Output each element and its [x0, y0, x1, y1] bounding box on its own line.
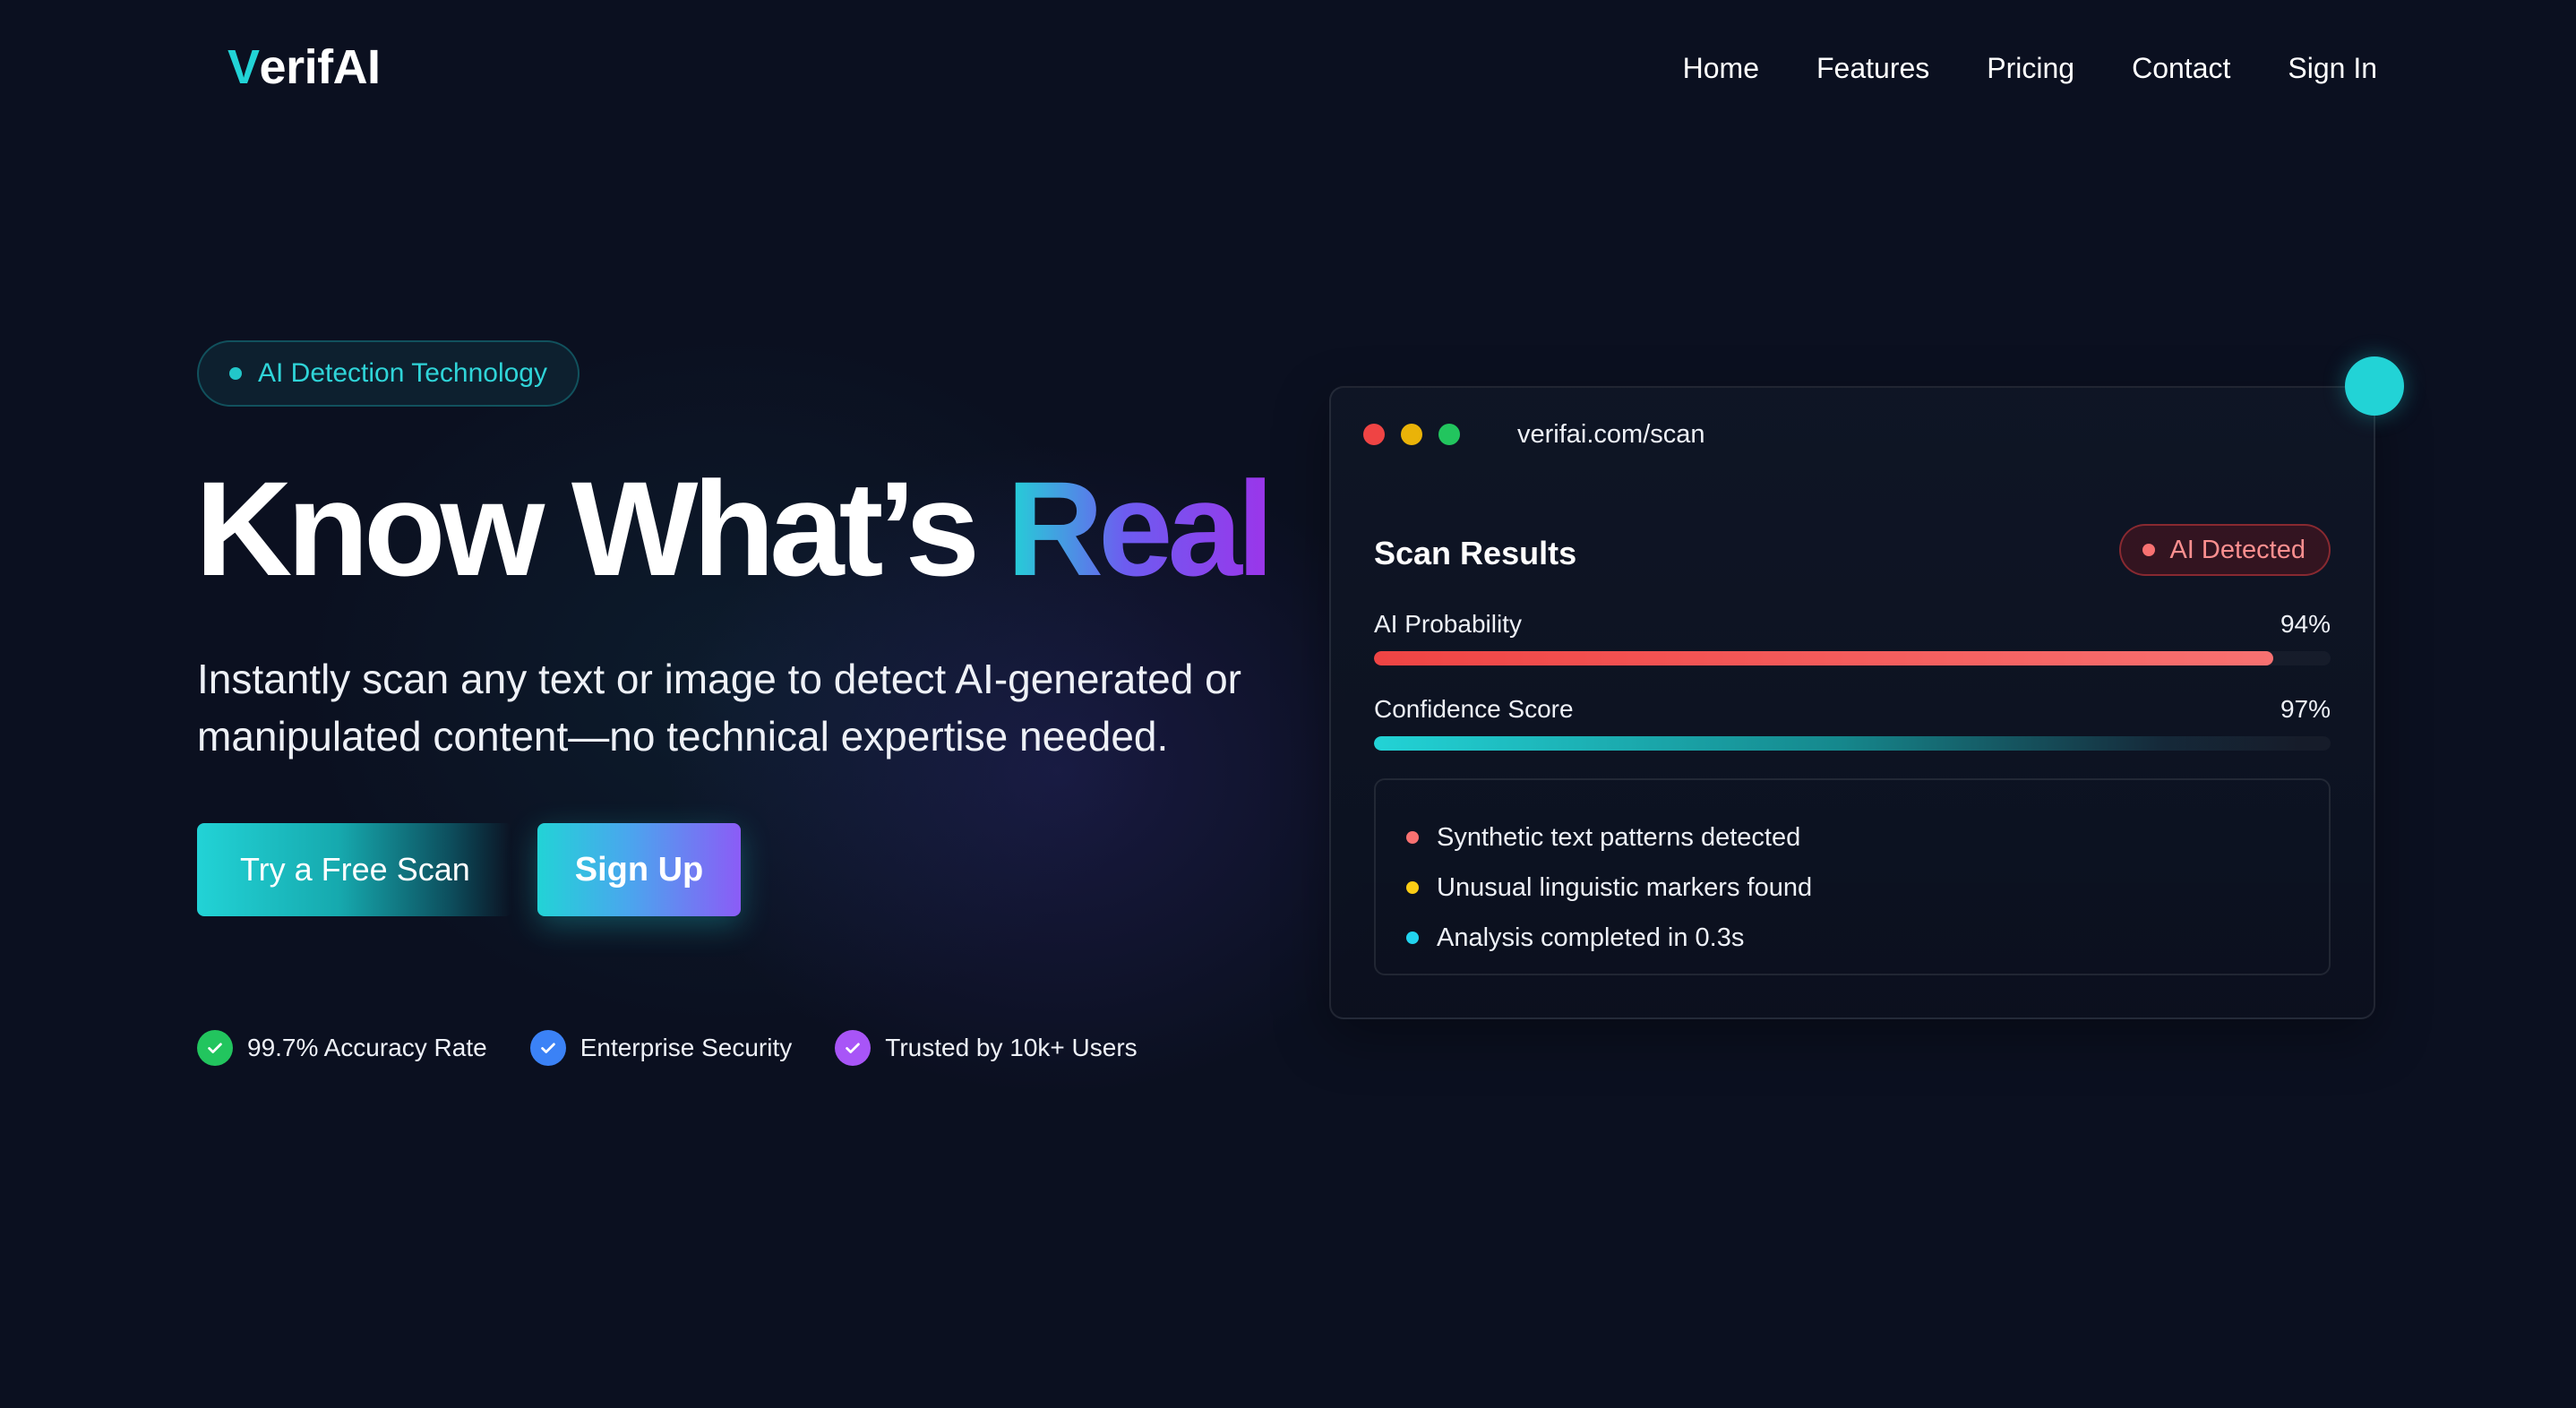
metric-label: AI Probability — [1374, 610, 1522, 638]
metric-value: 94% — [2280, 610, 2331, 638]
tech-badge-label: AI Detection Technology — [258, 358, 547, 388]
trust-indicators: 99.7% Accuracy Rate Enterprise Security … — [197, 1030, 1138, 1066]
metric-confidence-score: Confidence Score 97% — [1374, 695, 2331, 751]
url-bar: verifai.com/scan — [1517, 420, 1705, 449]
landing-page: VerifAI Home Features Pricing Contact Si… — [0, 0, 2576, 1408]
check-circle-icon — [197, 1030, 233, 1066]
headline-main: Know What’s — [195, 453, 1007, 604]
alert-dot-icon — [2142, 544, 2156, 556]
close-dot-icon — [1363, 424, 1385, 445]
nav-features[interactable]: Features — [1816, 52, 1929, 85]
trust-label: Trusted by 10k+ Users — [885, 1034, 1138, 1061]
progress-track — [1374, 736, 2331, 751]
finding-text: Unusual linguistic markers found — [1437, 872, 1813, 902]
logo[interactable]: VerifAI — [228, 39, 381, 95]
finding-text: Analysis completed in 0.3s — [1437, 923, 1745, 952]
ai-detected-badge: AI Detected — [2119, 524, 2331, 576]
hero-subhead: Instantly scan any text or image to dete… — [197, 656, 1241, 760]
trust-item-users: Trusted by 10k+ Users — [835, 1030, 1138, 1066]
check-circle-icon — [529, 1030, 566, 1066]
trust-label: 99.7% Accuracy Rate — [247, 1034, 487, 1061]
progress-fill — [1374, 736, 2302, 751]
window-controls — [1363, 424, 1460, 445]
bullet-dot-icon — [1406, 881, 1419, 894]
progress-track — [1374, 651, 2331, 665]
trust-item-security: Enterprise Security — [529, 1030, 793, 1066]
hero-headline: Know What’s Real — [195, 458, 1275, 600]
progress-fill — [1374, 651, 2273, 665]
minimize-dot-icon — [1401, 424, 1422, 445]
check-circle-icon — [835, 1030, 872, 1066]
headline-accent: Real — [1006, 453, 1275, 604]
sign-up-button[interactable]: Sign Up — [537, 823, 741, 916]
list-item: Unusual linguistic markers found — [1406, 863, 2329, 913]
findings-list: Synthetic text patterns detected Unusual… — [1374, 778, 2331, 975]
list-item: Synthetic text patterns detected — [1406, 812, 2329, 863]
try-free-scan-button[interactable]: Try a Free Scan — [197, 823, 512, 916]
bullet-dot-icon — [1406, 831, 1419, 844]
logo-v: V — [228, 40, 260, 94]
logo-text: erifAI — [259, 40, 382, 94]
metric-label: Confidence Score — [1374, 695, 1574, 723]
tech-badge: AI Detection Technology — [197, 340, 580, 407]
floating-accent-dot — [2345, 356, 2404, 416]
nav-sign-in[interactable]: Sign In — [2288, 52, 2377, 85]
badge-dot-icon — [229, 367, 242, 380]
trust-label: Enterprise Security — [580, 1034, 793, 1061]
nav-pricing[interactable]: Pricing — [1987, 52, 2074, 85]
nav-contact[interactable]: Contact — [2132, 52, 2230, 85]
list-item: Analysis completed in 0.3s — [1406, 913, 2329, 963]
status-badge-label: AI Detected — [2169, 535, 2306, 564]
trust-item-accuracy: 99.7% Accuracy Rate — [197, 1030, 487, 1066]
main-nav: Home Features Pricing Contact Sign In — [1683, 52, 2377, 85]
maximize-dot-icon — [1438, 424, 1460, 445]
metric-ai-probability: AI Probability 94% — [1374, 610, 2331, 665]
nav-home[interactable]: Home — [1683, 52, 1759, 85]
metric-value: 97% — [2280, 695, 2331, 723]
bullet-dot-icon — [1406, 932, 1419, 944]
scan-results-title: Scan Results — [1374, 535, 1577, 571]
scan-results-card: verifai.com/scan Scan Results AI Detecte… — [1329, 386, 2375, 1019]
finding-text: Synthetic text patterns detected — [1437, 822, 1801, 852]
